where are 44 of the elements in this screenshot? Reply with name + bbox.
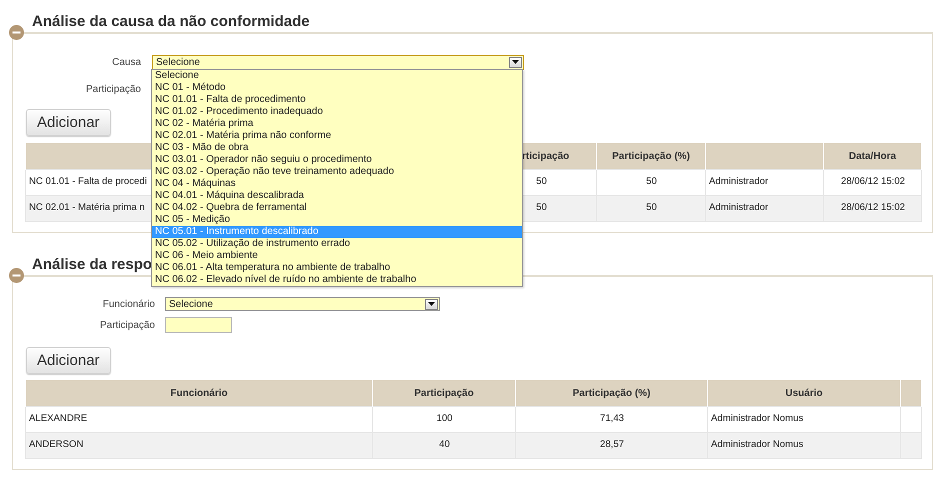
table-cell: 50 — [596, 196, 706, 222]
column-header[interactable]: Participação (%) — [516, 380, 708, 406]
table-cell: ANDERSON — [26, 432, 372, 458]
collapse-icon[interactable] — [9, 268, 24, 283]
add-button[interactable]: Adicionar — [26, 347, 111, 374]
column-header[interactable]: Participação (%) — [596, 142, 706, 170]
table-cell: Administrador — [706, 196, 824, 222]
caret-icon — [512, 60, 519, 64]
table-cell: 100 — [372, 406, 516, 432]
dropdown-option[interactable]: NC 06 - Meio ambiente — [152, 250, 522, 262]
text-field[interactable] — [165, 317, 232, 333]
dropdown-option[interactable]: NC 06.01 - Alta temperatura no ambiente de trabalho — [152, 262, 522, 274]
caret-icon — [428, 302, 435, 306]
table-cell: 28,57 — [516, 432, 708, 458]
table-cell: 40 — [372, 432, 516, 458]
table-cell: ALEXANDRE — [26, 406, 372, 432]
table-cell: Administrador Nomus — [708, 432, 900, 458]
dropdown-option[interactable]: NC 05.02 - Utilização de instrumento errado — [152, 238, 522, 250]
field-label: Funcionário — [102, 298, 156, 312]
table-cell: 50 — [596, 170, 706, 196]
field-label: Participação — [84, 83, 142, 97]
select-field[interactable]: Selecione — [152, 54, 524, 70]
column-header[interactable]: Data/Hora — [824, 142, 922, 170]
column-header[interactable]: Participação — [372, 380, 516, 406]
column-header[interactable]: Usuário — [708, 380, 900, 406]
table-cell: Administrador — [706, 170, 824, 196]
select-field[interactable]: Selecione — [165, 297, 440, 311]
section-title: Análise da respo — [31, 255, 152, 275]
table-cell: 71,43 — [516, 406, 708, 432]
dropdown-option[interactable]: Selecione — [152, 70, 522, 82]
field-label: Participação — [98, 318, 156, 332]
section-title: Análise da causa da não conformidade — [31, 12, 310, 32]
collapse-icon[interactable] — [9, 25, 24, 40]
field-label: Causa — [111, 56, 142, 70]
dropdown-option[interactable]: NC 02.01 - Matéria prima não conforme — [152, 130, 522, 142]
dropdown-option[interactable]: NC 01 - Método — [152, 82, 522, 94]
dropdown-option[interactable]: NC 02 - Matéria prima — [152, 118, 522, 130]
dropdown-option[interactable]: NC 06.02 - Elevado nível de ruído no ambiente de trabalho — [152, 274, 522, 286]
dropdown-option[interactable]: NC 01.01 - Falta de procedimento — [152, 94, 522, 106]
table-cell: Administrador Nomus — [708, 406, 900, 432]
dropdown-option[interactable]: NC 01.02 - Procedimento inadequado — [152, 106, 522, 118]
add-button[interactable]: Adicionar — [26, 109, 111, 136]
column-header[interactable]: Funcionário — [26, 380, 372, 406]
table-cell: 28/06/12 15:02 — [824, 196, 922, 222]
